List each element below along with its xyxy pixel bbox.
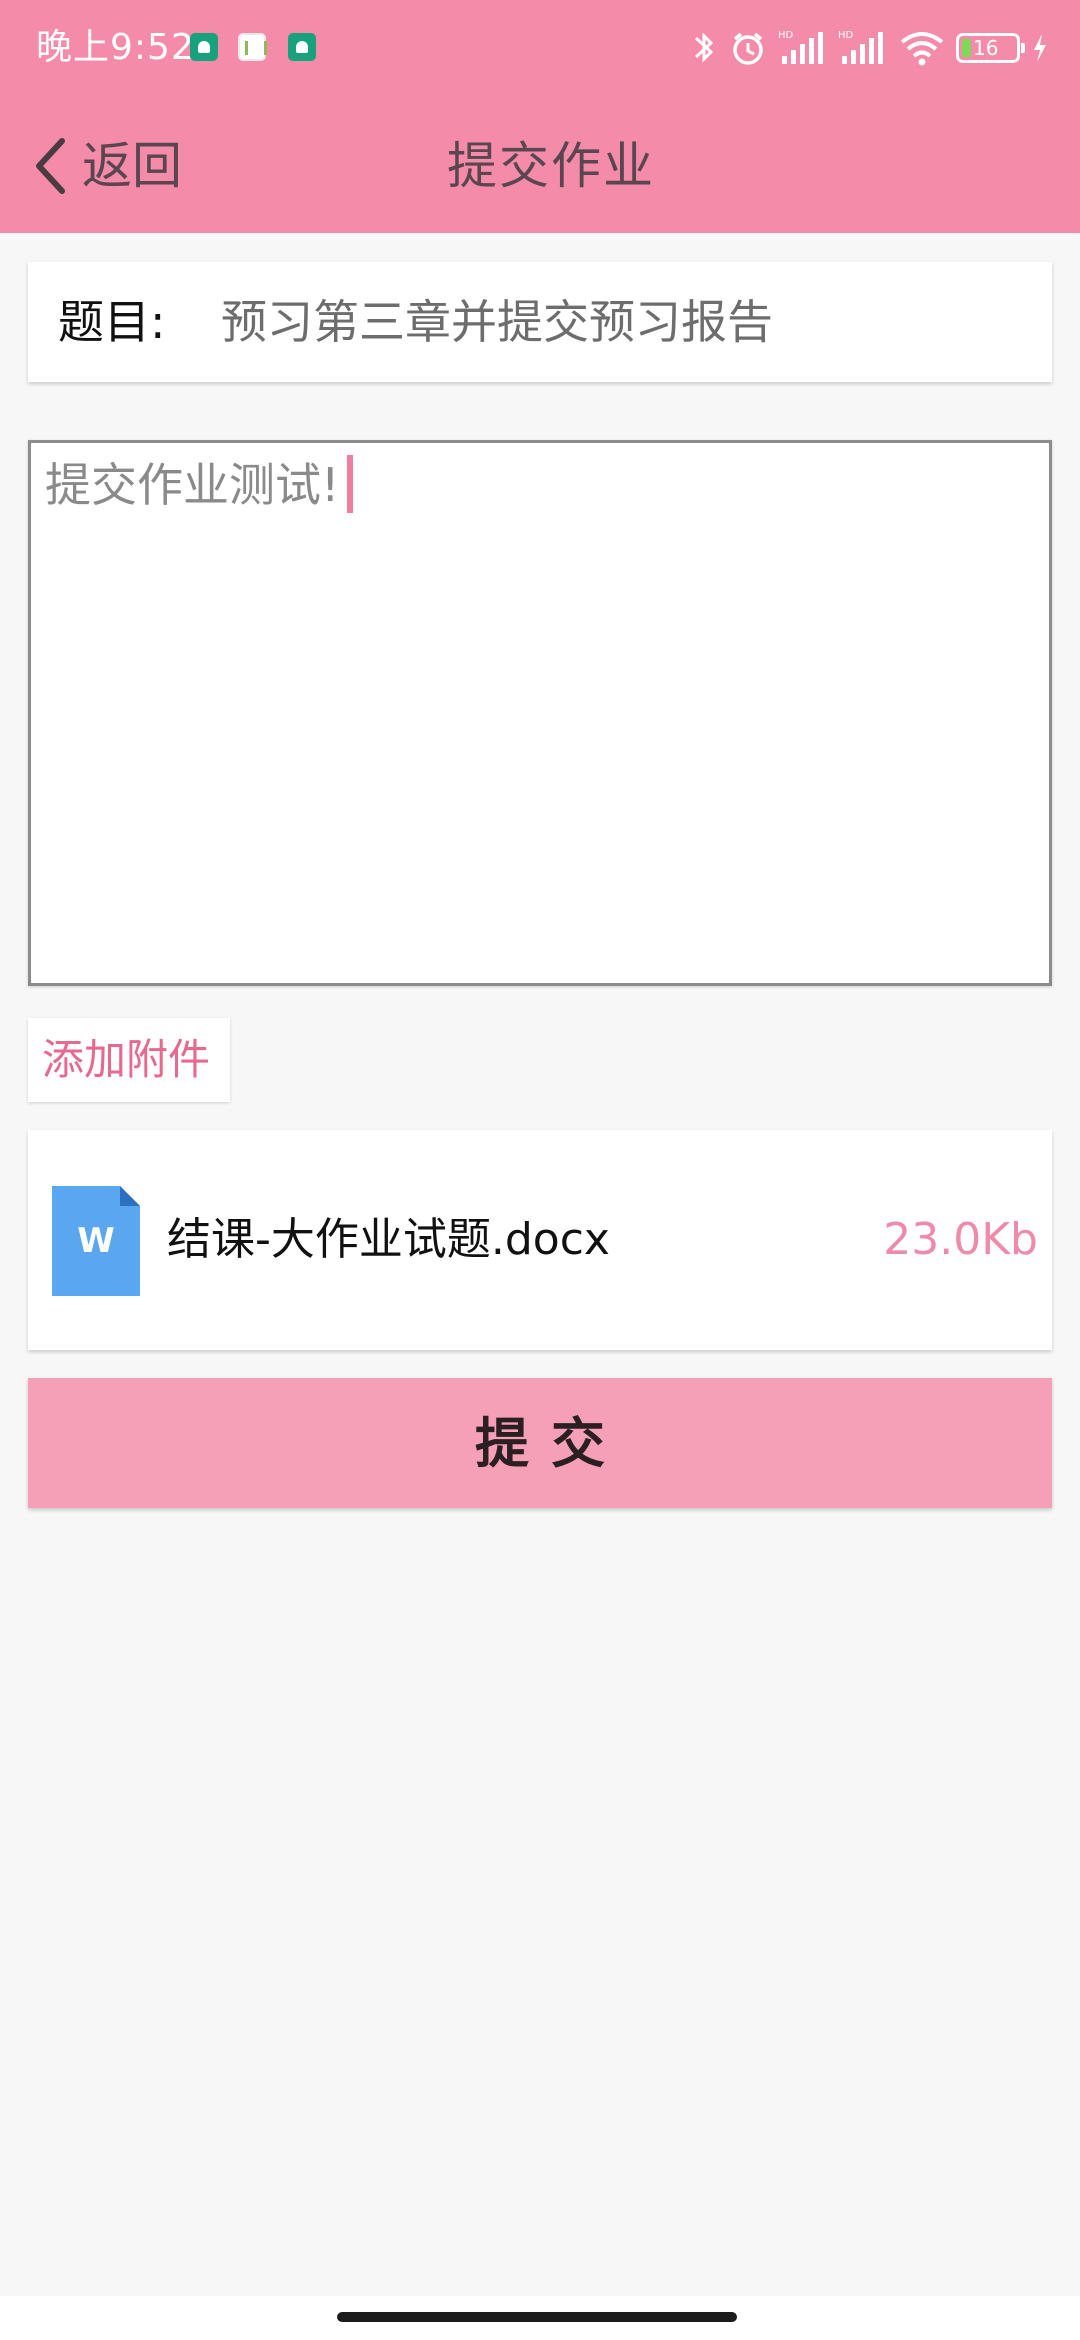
add-attachment-button[interactable]: 添加附件 [28,1018,230,1102]
svg-text:HD: HD [778,30,794,41]
signal-hd-icon: HD [838,30,883,64]
topic-card: 题目: 预习第三章并提交预习报告 [28,262,1052,382]
alarm-icon [733,32,763,65]
content-value: 提交作业测试! [45,458,340,512]
app-header: 晚上9:52 HD HD 16 返回 提交作业 [0,0,1080,233]
add-attachment-label: 添加附件 [42,1035,211,1084]
status-bar: 晚上9:52 HD HD 16 [0,0,1080,100]
back-label: 返回 [82,137,182,195]
word-icon-letter: W [77,1221,115,1261]
bluetooth-icon [694,32,714,63]
charging-icon [1034,34,1046,62]
svg-text:HD: HD [838,30,854,41]
content-text: 提交作业测试! [45,455,354,515]
text-cursor [347,455,354,513]
battery-icon: 16 [956,33,1025,63]
topic-label: 题目: [58,295,166,349]
homework-content-input[interactable]: 提交作业测试! [28,440,1052,986]
attachment-file-size: 23.0Kb [883,1214,1038,1265]
topic-value: 预习第三章并提交预习报告 [221,295,773,349]
page-title: 提交作业 [447,137,655,195]
back-button[interactable]: 返回 [30,126,182,206]
chevron-left-icon [36,138,65,194]
status-icons: HD HD 16 [690,26,1050,70]
home-indicator[interactable] [337,2312,737,2322]
chart-app-icon [238,33,267,61]
attachment-file-name: 结课-大作业试题.docx [167,1214,610,1265]
word-document-icon: W [52,1186,140,1296]
status-time: 晚上9:52 [36,27,195,68]
battery-level: 16 [973,36,999,60]
android-app-icon [288,33,316,61]
submit-button[interactable]: 提交 [28,1378,1052,1508]
submit-label: 提交 [475,1412,627,1475]
nav-bar: 返回 提交作业 [0,100,1080,233]
android-app-icon [190,33,218,61]
signal-hd-icon: HD [778,30,823,64]
wifi-icon [900,32,944,66]
attachment-item[interactable]: W 结课-大作业试题.docx 23.0Kb [28,1130,1052,1350]
